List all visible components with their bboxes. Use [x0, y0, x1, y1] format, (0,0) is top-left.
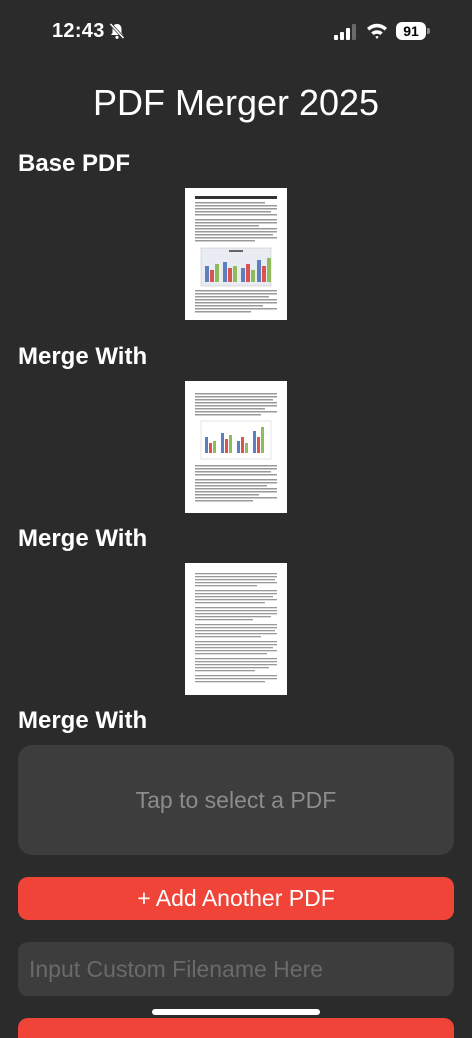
merge-with-label-3: Merge With	[18, 707, 148, 734]
wifi-icon	[367, 23, 387, 39]
base-pdf-thumbnail[interactable]	[185, 188, 287, 320]
status-bar: 12:43 91	[0, 0, 472, 62]
page-title: PDF Merger 2025	[92, 82, 380, 123]
status-time: 12:43	[52, 20, 105, 42]
custom-filename-input[interactable]	[18, 942, 454, 996]
battery-icon: 91	[396, 22, 432, 40]
pdf-page-preview-icon	[195, 573, 277, 683]
cellular-signal-icon	[334, 24, 356, 40]
select-pdf-label: Tap to select a PDF	[135, 786, 337, 813]
merge-with-label-2: Merge With	[18, 525, 148, 552]
merge-pdf-thumbnail-2[interactable]	[185, 563, 287, 695]
pdf-page-preview-icon	[195, 196, 277, 313]
pdf-page-preview-icon	[195, 393, 277, 502]
base-pdf-label: Base PDF	[18, 150, 131, 177]
battery-tip	[427, 28, 430, 34]
select-pdf-picker[interactable]: Tap to select a PDF	[18, 745, 454, 855]
battery-level: 91	[396, 22, 426, 40]
bell-slash-icon	[109, 22, 125, 40]
merge-pdf-thumbnail-1[interactable]	[185, 381, 287, 513]
add-another-pdf-button[interactable]: + Add Another PDF	[18, 877, 454, 920]
merge-with-label-1: Merge With	[18, 343, 148, 370]
merge-button[interactable]	[18, 1018, 454, 1038]
home-indicator	[152, 1009, 320, 1015]
